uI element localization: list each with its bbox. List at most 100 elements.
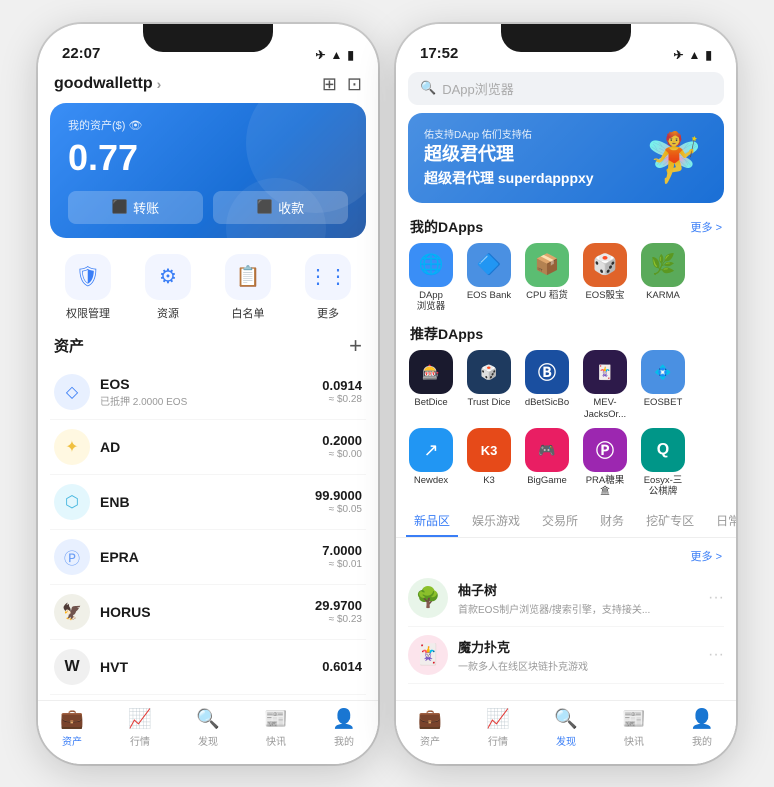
- molipoker-info: 魔力扑克 一款多人在线区块链扑克游戏: [458, 637, 698, 673]
- discover-tab-icon-2: 🔍: [554, 707, 578, 731]
- menu-item-more[interactable]: ⋮⋮ 更多: [298, 254, 358, 321]
- list-item[interactable]: 🃏 魔力扑克 一款多人在线区块链扑克游戏 ···: [408, 627, 724, 684]
- dapp-pra[interactable]: Ⓟ PRA糖果盒: [578, 428, 632, 498]
- tab-news-2[interactable]: 📰 快讯: [600, 707, 668, 748]
- tab-exchange[interactable]: 交易所: [534, 506, 586, 537]
- more-icon: ⋮⋮: [305, 254, 351, 300]
- dapp-eosbet[interactable]: 💠 EOSBET: [636, 350, 690, 420]
- pra-icon: Ⓟ: [583, 428, 627, 472]
- list-item[interactable]: 🌳 柚子树 首款EOS制户浏览器/搜索引擎，支持接关... ···: [408, 570, 724, 627]
- table-row[interactable]: W HVT 0.6014: [50, 640, 366, 695]
- dapp-eos-bank[interactable]: 🔷 EOS Bank: [462, 243, 516, 313]
- eos-amount: 0.0914: [322, 378, 362, 393]
- table-row[interactable]: Ⓟ EPRA 7.0000 ≈ $0.01: [50, 530, 366, 585]
- rec-dapps-title: 推荐DApps: [410, 324, 483, 344]
- assets-tab-label: 资产: [62, 733, 82, 748]
- dapp-dbet[interactable]: Ⓑ dBetSicBo: [520, 350, 574, 420]
- eosyx-icon: Q: [641, 428, 685, 472]
- enb-name: ENB: [100, 494, 315, 510]
- epra-amount: 7.0000: [322, 543, 362, 558]
- dapp-trust-dice[interactable]: 🎲 Trust Dice: [462, 350, 516, 420]
- tab-daily[interactable]: 日常工...: [708, 506, 736, 537]
- eos-info: EOS 已抵押 2.0000 EOS: [100, 376, 322, 408]
- k3-label: K3: [483, 475, 495, 486]
- search-bar[interactable]: 🔍 DApp浏览器: [408, 72, 724, 105]
- profile-tab-icon: 👤: [332, 707, 356, 731]
- menu-item-permissions[interactable]: 🛡 权限管理: [58, 254, 118, 321]
- news-tab-label-2: 快讯: [624, 733, 644, 748]
- eos-usd: ≈ $0.28: [322, 394, 362, 405]
- my-dapps-header: 我的DApps 更多 >: [396, 213, 736, 243]
- horus-values: 29.9700 ≈ $0.23: [315, 598, 362, 625]
- time-2: 17:52: [420, 45, 458, 62]
- phone-1: 22:07 ✈ ▲ ▮ goodwallettp › ⊞ ⊡ 我的资产($) 👁…: [38, 24, 378, 764]
- table-row[interactable]: ⬡ ENB 99.9000 ≈ $0.05: [50, 475, 366, 530]
- eos-name: EOS: [100, 376, 322, 392]
- dapp-browser-label: DApp浏览器: [417, 290, 446, 313]
- molipoker-desc: 一款多人在线区块链扑克游戏: [458, 658, 698, 673]
- search-placeholder: DApp浏览器: [442, 79, 514, 98]
- tab-profile-1[interactable]: 👤 我的: [310, 707, 378, 748]
- permissions-icon: 🛡: [65, 254, 111, 300]
- dbet-icon: Ⓑ: [525, 350, 569, 394]
- receive-icon: ⬛: [257, 199, 273, 215]
- dapp-newdex[interactable]: ↗ Newdex: [404, 428, 458, 498]
- p1-wallet-title[interactable]: goodwallettp ›: [54, 75, 161, 93]
- hvt-amount: 0.6014: [322, 659, 362, 674]
- p1-header: goodwallettp › ⊞ ⊡: [38, 68, 378, 103]
- menu-item-whitelist[interactable]: 📋 白名单: [218, 254, 278, 321]
- enb-icon: ⬡: [54, 484, 90, 520]
- add-asset-button[interactable]: +: [349, 333, 362, 359]
- tab-news-1[interactable]: 📰 快讯: [242, 707, 310, 748]
- new-apps-more[interactable]: 更多 >: [408, 544, 724, 570]
- tab-profile-2[interactable]: 👤 我的: [668, 707, 736, 748]
- tab-discover-2[interactable]: 🔍 发现: [532, 707, 600, 748]
- dapp-eosyx[interactable]: Q Eosyx-三公棋牌: [636, 428, 690, 498]
- karma-icon: 🌿: [641, 243, 685, 287]
- tab-market-2[interactable]: 📈 行情: [464, 707, 532, 748]
- notch-1: [143, 24, 273, 52]
- yuzishu-info: 柚子树 首款EOS制户浏览器/搜索引擎，支持接关...: [458, 580, 698, 616]
- transfer-button[interactable]: ⬛ 转账: [68, 191, 203, 224]
- eos-sub: 已抵押 2.0000 EOS: [100, 393, 322, 408]
- tab-assets-1[interactable]: 💼 资产: [38, 707, 106, 748]
- balance-amount: 0.77: [68, 137, 348, 179]
- tab-assets-2[interactable]: 💼 资产: [396, 707, 464, 748]
- hvt-values: 0.6014: [322, 659, 362, 674]
- molipoker-name: 魔力扑克: [458, 637, 698, 656]
- my-dapps-more[interactable]: 更多 >: [691, 219, 722, 235]
- horus-usd: ≈ $0.23: [315, 614, 362, 625]
- epra-usd: ≈ $0.01: [322, 559, 362, 570]
- assets-tab-icon-2: 💼: [418, 707, 442, 731]
- table-row[interactable]: ✦ AD 0.2000 ≈ $0.00: [50, 420, 366, 475]
- resources-label: 资源: [157, 305, 179, 321]
- dapp-mev[interactable]: 🃏 MEV-JacksOr...: [578, 350, 632, 420]
- newdex-label: Newdex: [414, 475, 448, 486]
- menu-item-resources[interactable]: ⚙ 资源: [138, 254, 198, 321]
- tab-market-1[interactable]: 📈 行情: [106, 707, 174, 748]
- dapp-biggame[interactable]: 🎮 BigGame: [520, 428, 574, 498]
- transfer-label: 转账: [133, 198, 159, 217]
- dapp-karma[interactable]: 🌿 KARMA: [636, 243, 690, 313]
- dapp-betdice[interactable]: 🎰 BetDice: [404, 350, 458, 420]
- qr-icon[interactable]: ⊞: [322, 74, 337, 95]
- tab-new[interactable]: 新品区: [406, 506, 458, 537]
- balance-label: 我的资产($) 👁: [68, 117, 348, 133]
- dapp-k3[interactable]: K3 K3: [462, 428, 516, 498]
- mev-icon: 🃏: [583, 350, 627, 394]
- dapp-browser[interactable]: 🌐 DApp浏览器: [404, 243, 458, 313]
- promo-banner[interactable]: 佑支持DApp 佑们支持佑 超级君代理超级君代理 superdapppxy 🧚: [408, 113, 724, 203]
- dapp-cpu[interactable]: 📦 CPU 稻货: [520, 243, 574, 313]
- dapp-eos-dice[interactable]: 🎲 EOS骰宝: [578, 243, 632, 313]
- table-row[interactable]: ◇ EOS 已抵押 2.0000 EOS 0.0914 ≈ $0.28: [50, 365, 366, 420]
- table-row[interactable]: 🦅 HORUS 29.9700 ≈ $0.23: [50, 585, 366, 640]
- profile-tab-label-2: 我的: [692, 733, 712, 748]
- tab-discover-1[interactable]: 🔍 发现: [174, 707, 242, 748]
- transfer-icon: ⬛: [112, 199, 128, 215]
- tab-finance[interactable]: 财务: [592, 506, 632, 537]
- tab-mining[interactable]: 挖矿专区: [638, 506, 702, 537]
- eos-bank-icon: 🔷: [467, 243, 511, 287]
- scan-icon[interactable]: ⊡: [347, 74, 362, 95]
- receive-button[interactable]: ⬛ 收款: [213, 191, 348, 224]
- tab-games[interactable]: 娱乐游戏: [464, 506, 528, 537]
